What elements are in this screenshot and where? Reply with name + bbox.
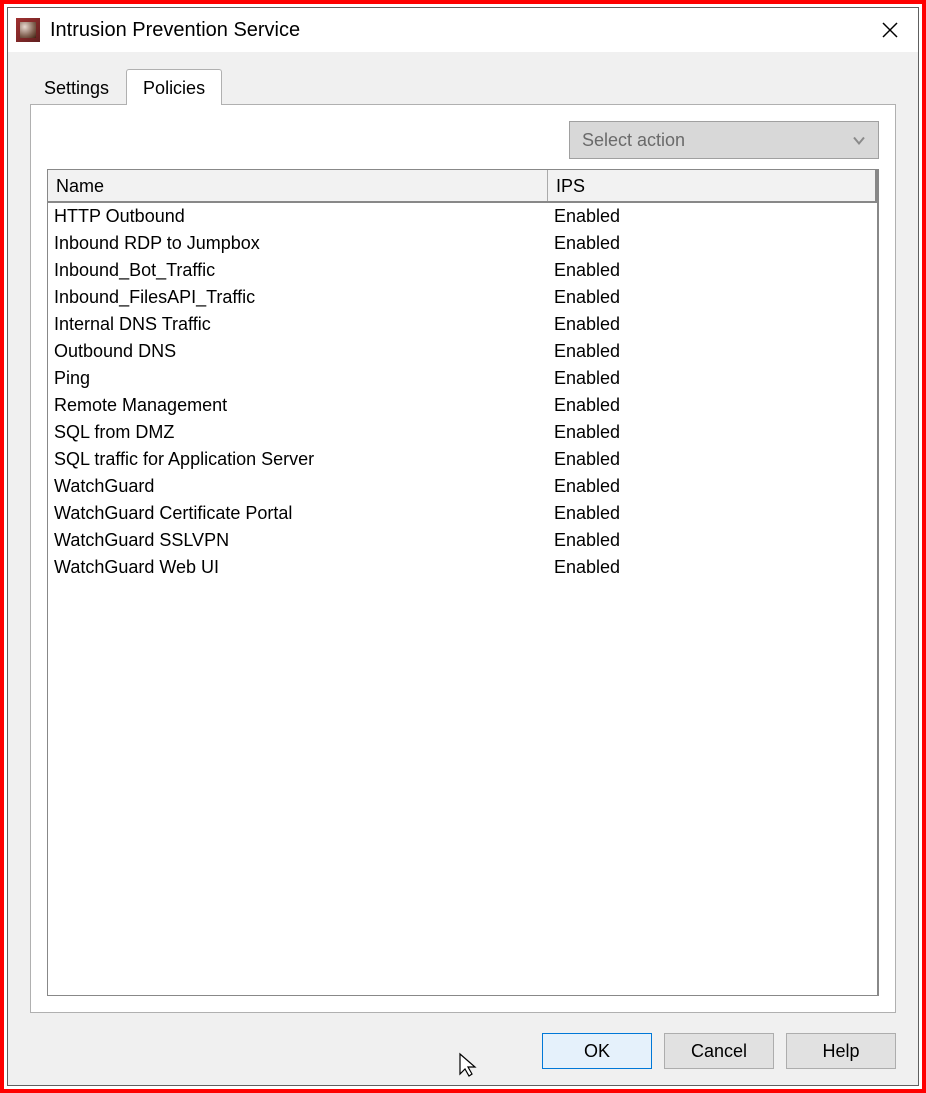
table-header: Name IPS [48,170,877,203]
cell-name: WatchGuard Certificate Portal [48,500,548,527]
table-row[interactable]: Inbound_FilesAPI_TrafficEnabled [48,284,877,311]
chevron-down-icon [852,130,866,151]
mouse-cursor-icon [458,1052,478,1083]
cell-name: SQL from DMZ [48,419,548,446]
cell-name: Inbound_Bot_Traffic [48,257,548,284]
cell-ips: Enabled [548,338,877,365]
cell-name: Ping [48,365,548,392]
cell-ips: Enabled [548,203,877,230]
cell-ips: Enabled [548,554,877,581]
dialog-button-row: OK Cancel Help [8,1019,918,1085]
tab-strip: Settings Policies [27,64,896,104]
dialog-window: Intrusion Prevention Service Settings Po… [7,7,919,1086]
select-action-dropdown[interactable]: Select action [569,121,879,159]
column-header-name[interactable]: Name [48,170,548,201]
cell-name: HTTP Outbound [48,203,548,230]
cell-name: Inbound RDP to Jumpbox [48,230,548,257]
table-row[interactable]: SQL from DMZEnabled [48,419,877,446]
cell-name: Outbound DNS [48,338,548,365]
cell-ips: Enabled [548,311,877,338]
cell-ips: Enabled [548,473,877,500]
column-header-ips[interactable]: IPS [548,170,877,201]
cancel-button[interactable]: Cancel [664,1033,774,1069]
cell-ips: Enabled [548,365,877,392]
action-row: Select action [47,121,879,159]
table-row[interactable]: WatchGuard Certificate PortalEnabled [48,500,877,527]
ok-button[interactable]: OK [542,1033,652,1069]
table-row[interactable]: PingEnabled [48,365,877,392]
table-row[interactable]: Inbound RDP to JumpboxEnabled [48,230,877,257]
cell-name: SQL traffic for Application Server [48,446,548,473]
close-button[interactable] [870,10,910,50]
table-row[interactable]: WatchGuard SSLVPNEnabled [48,527,877,554]
cell-name: WatchGuard SSLVPN [48,527,548,554]
cell-ips: Enabled [548,284,877,311]
table-row[interactable]: SQL traffic for Application ServerEnable… [48,446,877,473]
cell-ips: Enabled [548,419,877,446]
cell-ips: Enabled [548,392,877,419]
screenshot-frame: Intrusion Prevention Service Settings Po… [0,0,926,1093]
cell-ips: Enabled [548,230,877,257]
table-row[interactable]: HTTP OutboundEnabled [48,203,877,230]
close-icon [882,22,898,38]
policies-table: Name IPS HTTP OutboundEnabledInbound RDP… [47,169,879,996]
tab-policies[interactable]: Policies [126,69,222,105]
table-row[interactable]: Outbound DNSEnabled [48,338,877,365]
table-row[interactable]: Remote ManagementEnabled [48,392,877,419]
help-button[interactable]: Help [786,1033,896,1069]
cell-name: Internal DNS Traffic [48,311,548,338]
cell-ips: Enabled [548,257,877,284]
tab-settings[interactable]: Settings [27,69,126,105]
dialog-content: Settings Policies Select action Name I [8,52,918,1019]
cell-ips: Enabled [548,527,877,554]
table-row[interactable]: WatchGuard Web UIEnabled [48,554,877,581]
cell-ips: Enabled [548,500,877,527]
cell-name: WatchGuard Web UI [48,554,548,581]
table-body: HTTP OutboundEnabledInbound RDP to Jumpb… [48,203,877,995]
select-action-placeholder: Select action [582,130,685,151]
cell-name: Remote Management [48,392,548,419]
cell-ips: Enabled [548,446,877,473]
app-icon [16,18,40,42]
tab-panel-policies: Select action Name IPS HTTP OutboundEnab… [30,104,896,1013]
title-bar: Intrusion Prevention Service [8,8,918,52]
table-row[interactable]: Internal DNS TrafficEnabled [48,311,877,338]
window-title: Intrusion Prevention Service [50,19,870,42]
table-row[interactable]: WatchGuardEnabled [48,473,877,500]
cell-name: WatchGuard [48,473,548,500]
table-row[interactable]: Inbound_Bot_TrafficEnabled [48,257,877,284]
cell-name: Inbound_FilesAPI_Traffic [48,284,548,311]
